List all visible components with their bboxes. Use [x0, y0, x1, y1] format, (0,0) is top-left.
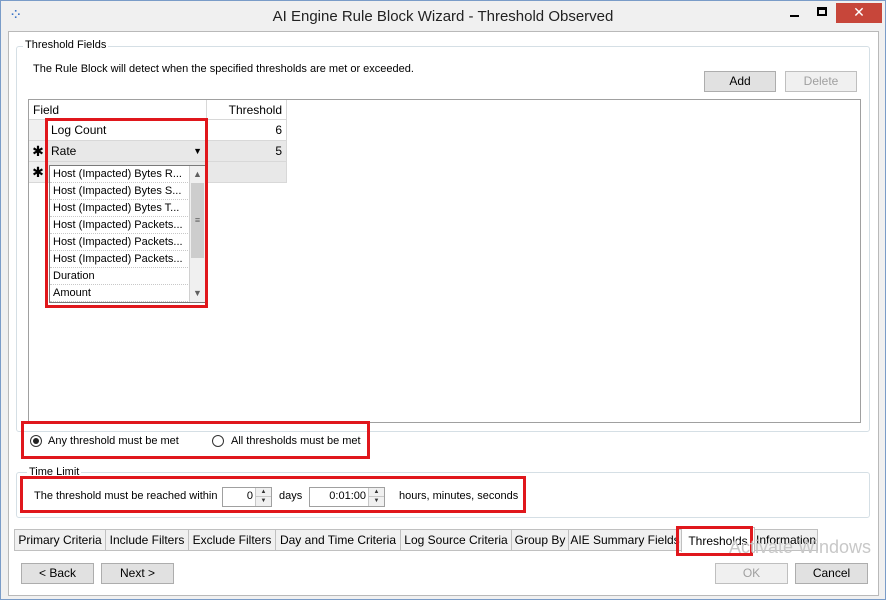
activation-watermark: Activate Windows — [729, 537, 872, 557]
cancel-button[interactable]: Cancel — [795, 563, 868, 584]
close-button[interactable]: ✕ — [836, 3, 882, 23]
minimize-button[interactable] — [780, 3, 808, 23]
tab-group-by[interactable]: Group By — [511, 529, 569, 551]
field-column-header[interactable]: Field — [29, 100, 207, 120]
threshold-fields-legend: Threshold Fields — [23, 39, 109, 51]
next-button[interactable]: Next > — [101, 563, 174, 584]
threshold-cell[interactable]: 6 — [207, 120, 287, 141]
tab-include-filters[interactable]: Include Filters — [105, 529, 189, 551]
tab-aie-summary-fields[interactable]: AIE Summary Fields — [568, 529, 682, 551]
maximize-button[interactable] — [808, 3, 836, 23]
tab-log-source-criteria[interactable]: Log Source Criteria — [400, 529, 512, 551]
threshold-mode-highlight-box — [21, 421, 370, 459]
dropdown-highlight-box — [45, 118, 208, 308]
ok-button[interactable]: OK — [715, 563, 788, 584]
wizard-window: ⁘ AI Engine Rule Block Wizard - Threshol… — [0, 0, 886, 600]
add-button[interactable]: Add — [704, 71, 776, 92]
threshold-description: The Rule Block will detect when the spec… — [33, 63, 414, 75]
tab-day-and-time-criteria[interactable]: Day and Time Criteria — [275, 529, 401, 551]
minimize-icon — [789, 14, 799, 17]
delete-button[interactable]: Delete — [785, 71, 857, 92]
new-row-threshold-cell[interactable] — [207, 162, 287, 183]
title-bar: ⁘ AI Engine Rule Block Wizard - Threshol… — [1, 1, 885, 31]
threshold-cell[interactable]: 5 — [207, 141, 287, 162]
tab-exclude-filters[interactable]: Exclude Filters — [188, 529, 276, 551]
window-title: AI Engine Rule Block Wizard - Threshold … — [272, 8, 614, 25]
tab-primary-criteria[interactable]: Primary Criteria — [14, 529, 106, 551]
threshold-column-header[interactable]: Threshold — [207, 100, 287, 120]
maximize-icon — [817, 7, 827, 17]
back-button[interactable]: < Back — [21, 563, 94, 584]
time-limit-highlight-box — [20, 476, 526, 513]
